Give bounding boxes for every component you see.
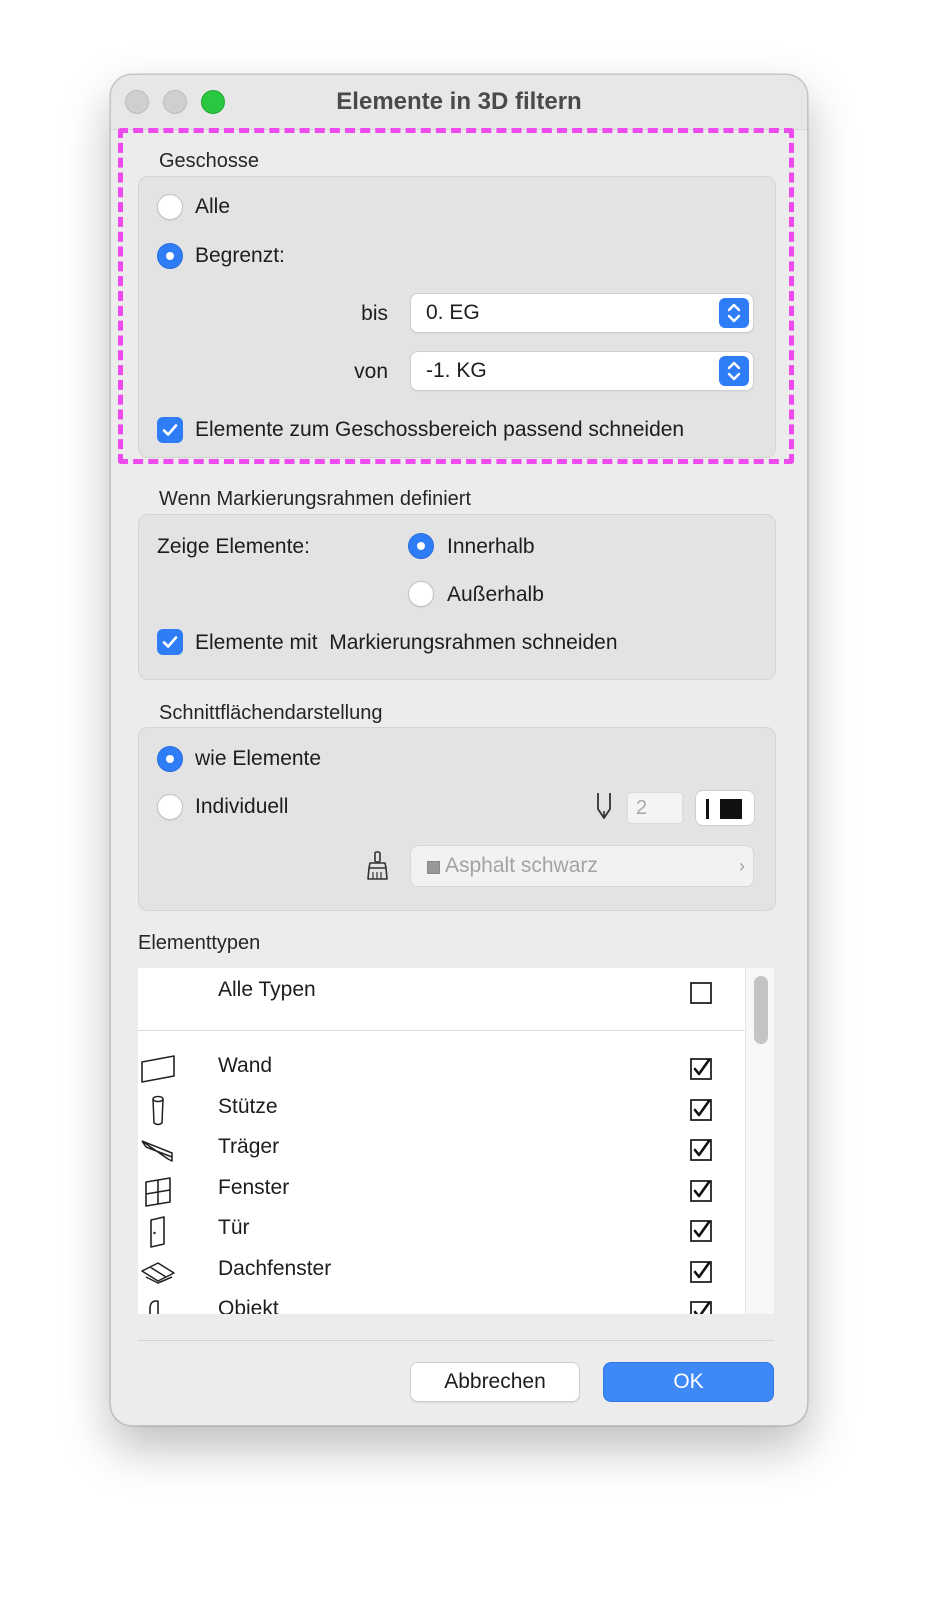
radio-as-elements[interactable] xyxy=(157,746,183,772)
list-item[interactable]: Fenster xyxy=(138,1172,746,1212)
radio-as-elements-label: wie Elemente xyxy=(195,747,322,770)
line-style-icon xyxy=(706,799,742,819)
cut-with-marquee-checkbox[interactable] xyxy=(157,629,183,655)
list-divider xyxy=(138,1030,746,1031)
list-item[interactable]: Tür xyxy=(138,1212,746,1252)
element-types-list[interactable]: Alle Typen Wand Stütze Träger Fenster Tü… xyxy=(138,968,774,1314)
title-bar[interactable]: Elemente in 3D filtern xyxy=(111,75,807,130)
list-item[interactable]: Objekt xyxy=(138,1293,746,1314)
list-item[interactable]: Wand xyxy=(138,1050,746,1090)
list-item-label: Träger xyxy=(218,1135,280,1158)
wall-icon xyxy=(141,1055,175,1083)
item-checkbox[interactable] xyxy=(690,1058,712,1080)
window-icon xyxy=(145,1177,171,1207)
list-item-label: Tür xyxy=(218,1216,250,1239)
fill-type-select[interactable]: Asphalt schwarz › xyxy=(410,845,754,887)
list-item[interactable]: Träger xyxy=(138,1131,746,1171)
list-item-label: Dachfenster xyxy=(218,1257,332,1280)
fill-swatch xyxy=(427,861,440,874)
radio-outside-label: Außerhalb xyxy=(447,583,544,606)
radio-inside-label: Innerhalb xyxy=(447,535,535,558)
show-elements-label: Zeige Elemente: xyxy=(157,535,310,558)
door-icon xyxy=(150,1216,165,1248)
skylight-icon xyxy=(141,1262,175,1284)
beam-icon xyxy=(141,1140,173,1162)
item-checkbox[interactable] xyxy=(690,1261,712,1283)
footer-divider xyxy=(138,1340,774,1341)
cut-with-marquee-label: Elemente mit Markierungsrahmen schneiden xyxy=(195,631,618,654)
pen-number-input[interactable]: 2 xyxy=(627,792,683,824)
item-checkbox[interactable] xyxy=(690,1139,712,1161)
radio-custom[interactable] xyxy=(157,794,183,820)
pen-icon xyxy=(597,793,611,819)
item-checkbox[interactable] xyxy=(690,1301,712,1314)
list-item-label: Stütze xyxy=(218,1095,278,1118)
window-title: Elemente in 3D filtern xyxy=(336,88,582,115)
cut-surfaces-section-label: Schnittflächendarstellung xyxy=(159,702,383,724)
element-types-section-label: Elementtypen xyxy=(138,932,261,954)
all-types-label: Alle Typen xyxy=(218,978,316,1001)
list-item-label: Fenster xyxy=(218,1176,290,1199)
chevron-right-icon: › xyxy=(739,856,745,876)
checkmark-icon xyxy=(162,636,178,648)
fill-brush-icon xyxy=(367,851,388,880)
ok-button[interactable]: OK xyxy=(603,1362,774,1402)
list-item-label: Wand xyxy=(218,1054,273,1077)
item-checkbox[interactable] xyxy=(690,1220,712,1242)
scrollbar-thumb[interactable] xyxy=(754,976,768,1044)
all-types-checkbox[interactable] xyxy=(690,982,712,1004)
cancel-button[interactable]: Abbrechen xyxy=(410,1362,580,1402)
list-item-label: Objekt xyxy=(218,1297,279,1314)
line-style-button[interactable] xyxy=(695,790,755,826)
radio-custom-label: Individuell xyxy=(195,795,289,818)
list-item[interactable]: Dachfenster xyxy=(138,1253,746,1293)
item-checkbox[interactable] xyxy=(690,1099,712,1121)
list-scrollbar[interactable] xyxy=(745,968,774,1314)
marquee-section-label: Wenn Markierungsrahmen definiert xyxy=(159,488,472,510)
item-checkbox[interactable] xyxy=(690,1180,712,1202)
column-icon xyxy=(152,1095,164,1126)
highlight-annotation xyxy=(118,128,794,464)
fill-type-value: Asphalt schwarz xyxy=(445,854,598,877)
list-item[interactable]: Stütze xyxy=(138,1091,746,1131)
radio-inside[interactable] xyxy=(408,533,434,559)
object-icon xyxy=(149,1300,159,1314)
radio-outside[interactable] xyxy=(408,581,434,607)
